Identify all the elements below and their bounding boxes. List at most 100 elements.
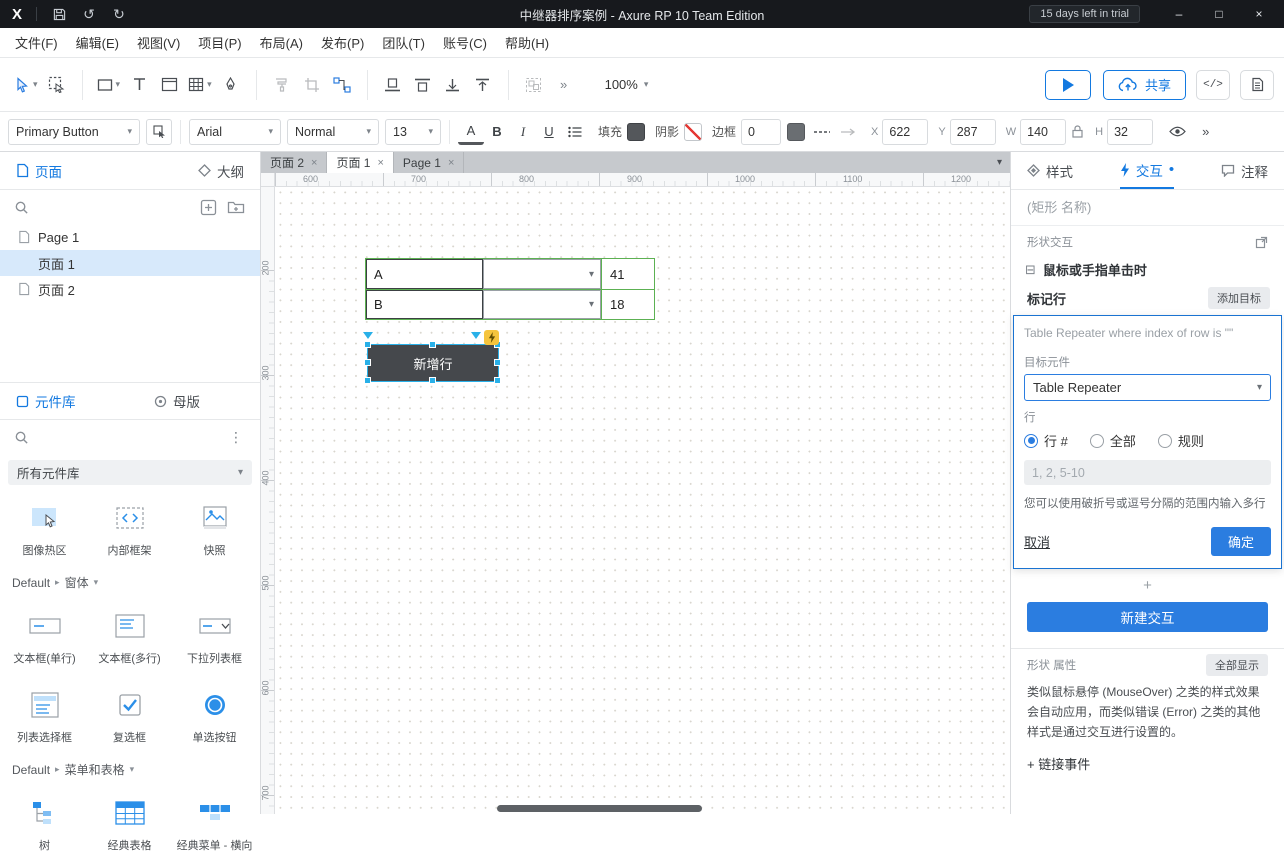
menu-view[interactable]: 视图(V) bbox=[128, 28, 189, 58]
style-preset-dropdown[interactable]: Primary Button ▾ bbox=[8, 119, 140, 145]
collapse-icon[interactable]: ⊟ bbox=[1025, 262, 1036, 278]
menu-edit[interactable]: 编辑(E) bbox=[67, 28, 128, 58]
bold-button[interactable]: B bbox=[484, 119, 510, 145]
tab-outline[interactable]: 大纲 bbox=[198, 161, 244, 181]
underline-button[interactable]: U bbox=[536, 119, 562, 145]
link-events-button[interactable]: + 链接事件 bbox=[1011, 742, 1284, 785]
repeater-row[interactable]: B ▾ 18 bbox=[366, 289, 654, 319]
doc-tab-active[interactable]: 页面 1 × bbox=[327, 152, 393, 173]
format-painter-button[interactable] bbox=[267, 69, 297, 101]
menu-account[interactable]: 账号(C) bbox=[434, 28, 496, 58]
menu-help[interactable]: 帮助(H) bbox=[496, 28, 558, 58]
row-key-field[interactable]: A bbox=[366, 259, 483, 289]
design-canvas[interactable]: A ▾ 41 B ▾ 18 bbox=[275, 187, 1010, 814]
radio-all[interactable]: 全部 bbox=[1090, 431, 1136, 450]
share-button[interactable]: 共享 bbox=[1103, 70, 1186, 100]
widget-classic-menu-horizontal[interactable]: 经典菜单 - 横向 bbox=[172, 788, 257, 853]
widget-tree[interactable]: 树 bbox=[2, 788, 87, 853]
library-group-header[interactable]: Default ▸ 窗体 ▾ bbox=[0, 558, 260, 593]
widget-hotspot[interactable]: 图像热区 bbox=[2, 493, 87, 558]
widget-name-input[interactable] bbox=[1027, 200, 1268, 215]
tab-masters[interactable]: 母版 bbox=[154, 391, 200, 411]
height-input[interactable] bbox=[1107, 119, 1153, 145]
close-tab-icon[interactable]: × bbox=[377, 157, 383, 169]
align-bottom-button[interactable] bbox=[438, 69, 468, 101]
widget-text-area[interactable]: 文本框(多行) bbox=[87, 601, 172, 666]
width-input[interactable] bbox=[1020, 119, 1066, 145]
selection-handle[interactable] bbox=[494, 359, 501, 366]
open-in-window-icon[interactable] bbox=[1255, 236, 1268, 249]
selection-handle[interactable] bbox=[429, 377, 436, 384]
selection-handle[interactable] bbox=[494, 377, 501, 384]
widget-classic-table[interactable]: 经典表格 bbox=[87, 788, 172, 853]
menu-file[interactable]: 文件(F) bbox=[6, 28, 67, 58]
new-interaction-button[interactable]: 新建交互 bbox=[1027, 602, 1268, 632]
cancel-button[interactable]: 取消 bbox=[1024, 532, 1050, 551]
widget-text-field[interactable]: 文本框(单行) bbox=[2, 601, 87, 666]
arrow-style-button[interactable] bbox=[835, 119, 861, 145]
menu-team[interactable]: 团队(T) bbox=[373, 28, 434, 58]
add-page-button[interactable] bbox=[198, 197, 218, 217]
border-width-input[interactable] bbox=[741, 119, 781, 145]
font-family-dropdown[interactable]: Arial ▾ bbox=[189, 119, 281, 145]
toolbar-more-button[interactable]: » bbox=[549, 69, 579, 101]
menu-project[interactable]: 项目(P) bbox=[189, 28, 250, 58]
widget-list-box[interactable]: 列表选择框 bbox=[2, 680, 87, 745]
font-weight-dropdown[interactable]: Normal ▾ bbox=[287, 119, 379, 145]
font-color-button[interactable]: A bbox=[458, 119, 484, 145]
lock-aspect-icon[interactable] bbox=[1072, 125, 1083, 138]
bullet-list-button[interactable] bbox=[562, 119, 588, 145]
undo-icon[interactable]: ↺ bbox=[81, 6, 97, 22]
widget-inline-frame[interactable]: 内部框架 bbox=[87, 493, 172, 558]
visibility-eye-icon[interactable] bbox=[1169, 126, 1186, 137]
add-action-button[interactable]: + bbox=[1011, 569, 1284, 600]
add-folder-button[interactable] bbox=[226, 197, 246, 217]
fill-color-swatch[interactable] bbox=[627, 123, 645, 141]
preview-button[interactable] bbox=[1045, 70, 1091, 100]
library-menu-button[interactable]: ⋮ bbox=[226, 427, 246, 447]
y-input[interactable] bbox=[950, 119, 996, 145]
radio-rule[interactable]: 规则 bbox=[1158, 431, 1204, 450]
tab-notes[interactable]: 注释 bbox=[1221, 152, 1268, 189]
selection-handle[interactable] bbox=[429, 341, 436, 348]
widget-radio-button[interactable]: 单选按钮 bbox=[172, 680, 257, 745]
library-group-header[interactable]: Default ▸ 菜单和表格 ▾ bbox=[0, 745, 260, 780]
text-tool-button[interactable] bbox=[124, 69, 154, 101]
target-widget-dropdown[interactable]: Table Repeater ▾ bbox=[1024, 374, 1271, 401]
row-key-field[interactable]: B bbox=[366, 290, 483, 319]
action-summary[interactable]: Table Repeater where index of row is "" bbox=[1024, 324, 1271, 346]
row-droplist[interactable]: ▾ bbox=[483, 259, 601, 289]
save-icon[interactable] bbox=[51, 6, 67, 22]
search-icon[interactable] bbox=[14, 200, 29, 215]
tab-widget-library[interactable]: 元件库 bbox=[16, 391, 76, 411]
bring-to-front-button[interactable] bbox=[408, 69, 438, 101]
show-all-button[interactable]: 全部显示 bbox=[1206, 654, 1268, 676]
maximize-button[interactable]: □ bbox=[1202, 2, 1236, 26]
add-target-button[interactable]: 添加目标 bbox=[1208, 287, 1270, 309]
selection-handle[interactable] bbox=[364, 359, 371, 366]
documentation-button[interactable] bbox=[1240, 70, 1274, 100]
widget-snapshot[interactable]: 快照 bbox=[172, 493, 257, 558]
row-value-cell[interactable]: 41 bbox=[601, 259, 654, 289]
connector-tool-button[interactable] bbox=[327, 69, 357, 101]
ok-button[interactable]: 确定 bbox=[1211, 527, 1271, 556]
add-row-button-widget[interactable]: 新增行 bbox=[368, 345, 498, 381]
close-tab-icon[interactable]: × bbox=[311, 157, 317, 169]
stylebar-more-button[interactable]: » bbox=[1202, 124, 1209, 139]
close-tab-icon[interactable]: × bbox=[448, 157, 454, 169]
redo-icon[interactable]: ↻ bbox=[111, 6, 127, 22]
selection-handle[interactable] bbox=[364, 341, 371, 348]
chevron-down-icon[interactable]: ▾ bbox=[207, 79, 212, 90]
row-numbers-input[interactable] bbox=[1024, 460, 1271, 485]
widget-droplist[interactable]: 下拉列表框 bbox=[172, 601, 257, 666]
page-item[interactable]: 页面 2 bbox=[0, 276, 260, 302]
repeater-row[interactable]: A ▾ 41 bbox=[366, 259, 654, 289]
page-item[interactable]: Page 1 bbox=[0, 224, 260, 250]
placeholder-tool-button[interactable] bbox=[154, 69, 184, 101]
repeater-table[interactable]: A ▾ 41 B ▾ 18 bbox=[365, 258, 655, 320]
tab-list-chevron-icon[interactable]: ▾ bbox=[997, 157, 1002, 168]
row-droplist[interactable]: ▾ bbox=[483, 290, 601, 319]
tab-interaction[interactable]: 交互 • bbox=[1120, 152, 1174, 189]
italic-button[interactable]: I bbox=[510, 119, 536, 145]
close-button[interactable]: × bbox=[1242, 2, 1276, 26]
